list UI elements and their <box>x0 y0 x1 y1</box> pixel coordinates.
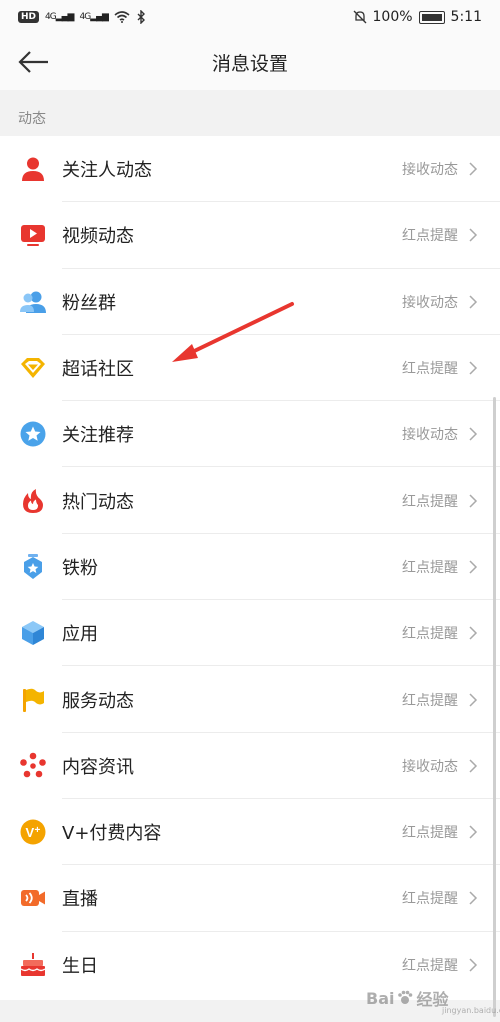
chevron-right-icon <box>469 494 478 508</box>
diamond-icon <box>21 358 45 379</box>
row-label: 关注推荐 <box>62 425 134 447</box>
status-bar: HD 4G▂▄▆ 4G▂▄▆ 100% 5:11 <box>0 0 500 34</box>
video-icon <box>21 225 45 247</box>
chevron-right-icon <box>469 162 478 176</box>
chevron-right-icon <box>469 361 478 375</box>
cake-icon <box>20 952 46 976</box>
row-label: 内容资讯 <box>62 756 134 778</box>
chevron-right-icon <box>469 560 478 574</box>
chevron-right-icon <box>469 626 478 640</box>
live-camera-icon <box>21 890 45 907</box>
settings-row-vplus[interactable]: V + V+付费内容 红点提醒 <box>0 798 500 866</box>
row-value: 红点提醒 <box>402 626 458 643</box>
flower-icon <box>20 752 46 778</box>
paw-icon <box>398 990 413 1004</box>
medal-icon <box>24 553 42 579</box>
row-label: 粉丝群 <box>62 292 116 314</box>
watermark-url: jingyan.baidu.com <box>442 1006 500 1015</box>
row-value: 红点提醒 <box>402 493 458 510</box>
clock: 5:11 <box>450 9 482 25</box>
row-value: 红点提醒 <box>402 957 458 974</box>
flame-icon <box>23 488 43 513</box>
row-value: 红点提醒 <box>402 891 458 908</box>
row-value: 红点提醒 <box>402 559 458 576</box>
row-label: 服务动态 <box>62 690 134 712</box>
row-label: 直播 <box>62 889 98 911</box>
settings-row-following[interactable]: 关注人动态 接收动态 <box>0 136 500 203</box>
cube-icon <box>22 621 44 646</box>
row-value: 红点提醒 <box>402 228 458 245</box>
row-label: 超话社区 <box>62 359 134 381</box>
row-label: V+付费内容 <box>62 823 162 845</box>
vplus-icon: V + <box>20 819 46 845</box>
mute-bell-icon <box>353 10 366 24</box>
row-label: 应用 <box>62 624 98 646</box>
settings-row-iron-fans[interactable]: 铁粉 红点提醒 <box>0 533 500 601</box>
watermark-logo: Bai 经验 <box>366 988 449 1010</box>
wifi-icon <box>114 11 130 23</box>
title-bar: 消息设置 <box>0 34 500 90</box>
section-header-dynamic: 动态 <box>0 90 500 136</box>
settings-list: 关注人动态 接收动态 视频动态 红点提醒 粉丝群 接收动态 超话社区 红点提醒 … <box>0 136 500 998</box>
settings-row-recommend[interactable]: 关注推荐 接收动态 <box>0 401 500 468</box>
settings-row-fans-group[interactable]: 粉丝群 接收动态 <box>0 268 500 336</box>
flag-icon <box>23 688 44 712</box>
row-label: 视频动态 <box>62 226 134 248</box>
row-value: 接收动态 <box>402 758 458 775</box>
row-value: 接收动态 <box>402 427 458 444</box>
fans-group-icon <box>20 291 46 313</box>
settings-row-video[interactable]: 视频动态 红点提醒 <box>0 202 500 269</box>
signal-4g-2-icon: 4G▂▄▆ <box>79 12 108 22</box>
page-title: 消息设置 <box>211 52 288 75</box>
row-value: 红点提醒 <box>402 825 458 842</box>
settings-row-content-news[interactable]: 内容资讯 接收动态 <box>0 732 500 800</box>
row-label: 生日 <box>62 955 98 977</box>
settings-row-hot[interactable]: 热门动态 红点提醒 <box>0 467 500 535</box>
chevron-right-icon <box>469 427 478 441</box>
row-value: 接收动态 <box>402 162 458 179</box>
chevron-right-icon <box>469 228 478 242</box>
back-arrow-icon <box>18 51 48 73</box>
settings-row-apps[interactable]: 应用 红点提醒 <box>0 600 500 667</box>
signal-4g-1-icon: 4G▂▄▆ <box>45 12 74 22</box>
battery-percent: 100% <box>372 9 413 25</box>
chevron-right-icon <box>469 692 478 707</box>
bluetooth-icon <box>137 10 145 24</box>
row-value: 红点提醒 <box>402 361 458 378</box>
star-badge-icon <box>20 421 46 447</box>
person-icon <box>22 157 44 182</box>
settings-row-service[interactable]: 服务动态 红点提醒 <box>0 666 500 733</box>
row-value: 红点提醒 <box>402 692 458 709</box>
svg-text:V: V <box>26 825 35 840</box>
hd-badge: HD <box>18 11 40 23</box>
chevron-right-icon <box>469 891 478 905</box>
row-label: 热门动态 <box>62 491 134 513</box>
chevron-right-icon <box>469 759 478 773</box>
settings-row-live[interactable]: 直播 红点提醒 <box>0 865 500 932</box>
chevron-right-icon <box>469 825 478 839</box>
scrollbar[interactable] <box>493 397 496 1017</box>
chevron-right-icon <box>469 958 478 972</box>
row-label: 关注人动态 <box>62 160 152 182</box>
svg-text:+: + <box>35 825 41 836</box>
row-value: 接收动态 <box>402 294 458 311</box>
chevron-right-icon <box>469 295 478 309</box>
battery-icon <box>418 10 445 24</box>
row-label: 铁粉 <box>62 557 98 579</box>
back-button[interactable] <box>14 44 54 80</box>
settings-row-super-topic[interactable]: 超话社区 红点提醒 <box>0 334 500 402</box>
